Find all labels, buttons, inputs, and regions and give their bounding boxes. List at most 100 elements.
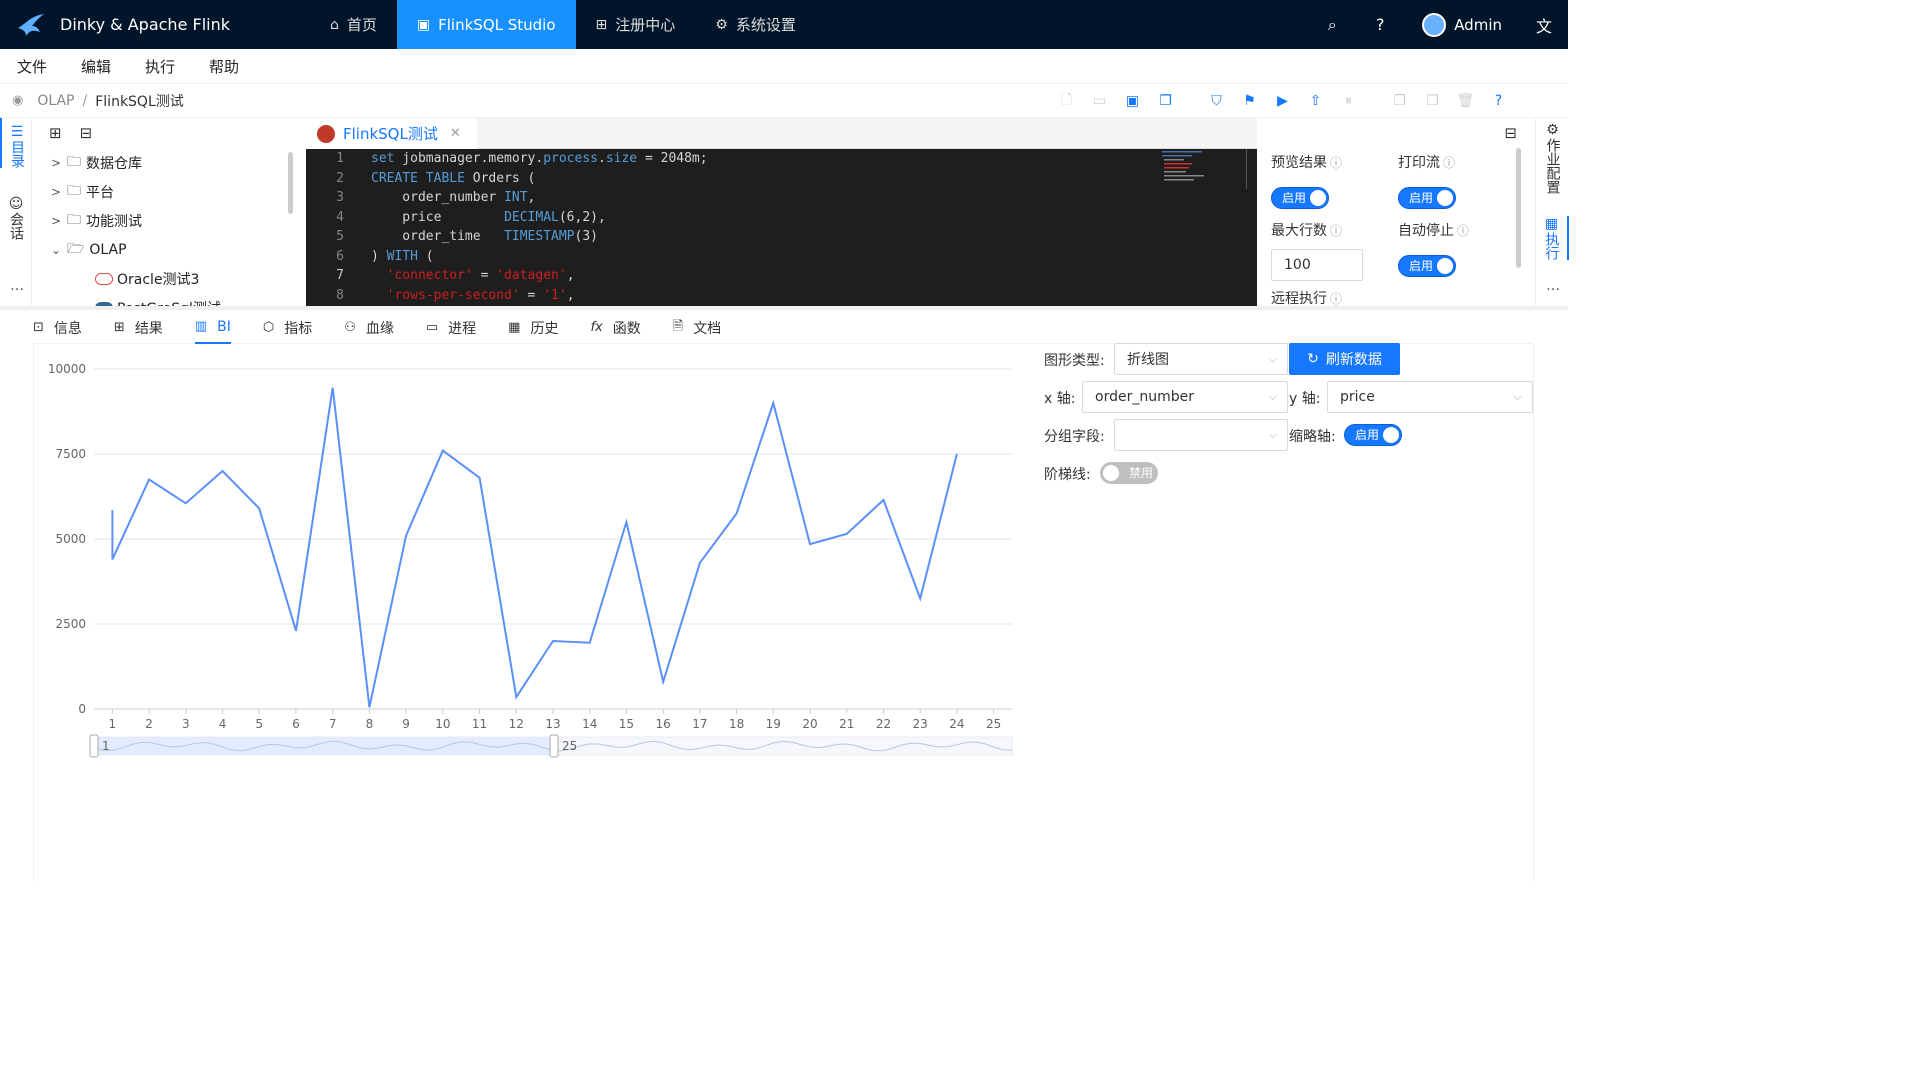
code-text: 'connector' = 'datagen', <box>358 266 575 286</box>
code-token: 'connector' <box>386 268 473 283</box>
open-folder-icon[interactable]: ▭ <box>1083 93 1116 109</box>
thumb-axis-switch[interactable]: 启用 <box>1344 424 1402 446</box>
tab-docs[interactable]: 🗎 文档 <box>673 312 721 344</box>
collapse-all-icon[interactable]: ⊟ <box>80 124 93 142</box>
menu-execute[interactable]: 执行 <box>128 56 192 77</box>
x-axis-select[interactable]: order_number ⌵ <box>1082 381 1288 413</box>
max-rows-value: 100 <box>1284 257 1311 273</box>
rail-execute[interactable]: ▦ 执行 <box>1536 216 1569 260</box>
chevron-down-icon: ⌵ <box>1268 352 1277 365</box>
tree-folder-open[interactable]: ⌄ 🗁 OLAP <box>33 235 299 264</box>
tab-history[interactable]: ▦ 历史 <box>508 312 558 344</box>
tree-scrollbar[interactable] <box>288 152 293 214</box>
chevron-right-icon[interactable]: > <box>45 156 67 170</box>
group-field-select[interactable]: ⌵ <box>1114 419 1288 451</box>
check-shield-icon[interactable]: ⛉ <box>1200 93 1233 109</box>
new-folder-icon[interactable]: ⊞ <box>49 124 62 142</box>
tab-bi[interactable]: ▥ BI <box>194 312 231 344</box>
menu-file[interactable]: 文件 <box>0 56 64 77</box>
language-icon[interactable]: 文 <box>1520 13 1568 37</box>
tab-process[interactable]: ▭ 进程 <box>426 312 476 344</box>
tab-result[interactable]: ⊞ 结果 <box>114 312 163 344</box>
close-icon[interactable]: ✕ <box>450 126 461 141</box>
bi-line-chart[interactable]: 0250050007500100001 2 3 4 5 6 7 8 9 10 11 12 13 14 15 1… <box>34 345 1034 765</box>
code-line[interactable]: 5 order_time TIMESTAMP(3) <box>306 227 1257 247</box>
preview-result-switch[interactable]: 启用 <box>1271 187 1329 209</box>
chevron-right-icon[interactable]: > <box>45 185 67 199</box>
auto-stop-switch[interactable]: 启用 <box>1398 255 1456 277</box>
print-stream-switch[interactable]: 启用 <box>1398 187 1456 209</box>
editor-tab[interactable]: FlinkSQL测试 ✕ <box>305 118 477 149</box>
pause-icon[interactable]: ⏸ <box>1332 93 1365 109</box>
code-line[interactable]: 4 price DECIMAL(6,2), <box>306 208 1257 228</box>
code-line[interactable]: 8 'rows-per-second' = '1', <box>306 286 1257 306</box>
question-icon[interactable]: ? <box>1482 93 1515 109</box>
line-number: 2 <box>336 170 344 186</box>
nav-settings[interactable]: ⚙ 系统设置 <box>695 0 816 49</box>
switch-text: 启用 <box>1355 428 1380 442</box>
rail-job-config[interactable]: ⚙ 作业配置 <box>1536 118 1569 194</box>
config-scrollbar[interactable] <box>1516 148 1521 268</box>
user-menu[interactable]: Admin <box>1404 12 1520 37</box>
nav-registry-label: 注册中心 <box>615 16 676 34</box>
code-token: ) <box>371 248 387 264</box>
code-line[interactable]: 6) WITH ( <box>306 247 1257 267</box>
y-axis-select[interactable]: price ⌵ <box>1327 381 1533 413</box>
refresh-data-button[interactable]: ↻ 刷新数据 <box>1289 343 1400 375</box>
tab-info[interactable]: ⊡ 信息 <box>33 312 82 344</box>
tab-metrics[interactable]: ⬡ 指标 <box>263 312 312 344</box>
code-line[interactable]: 1 set jobmanager.memory.process.size = 20… <box>306 149 1257 169</box>
duplicate-icon[interactable]: ❐ <box>1416 93 1449 109</box>
chart-type-select[interactable]: 折线图 ⌵ <box>1114 343 1288 375</box>
export-icon[interactable]: ❒ <box>1383 93 1416 109</box>
delete-icon[interactable]: 🗑 <box>1449 93 1482 109</box>
rail-catalog[interactable]: ☰ 目录 <box>0 118 32 168</box>
tree-folder[interactable]: > 🗀 数据仓库 <box>33 148 299 177</box>
breadcrumb-folder[interactable]: OLAP <box>37 93 74 109</box>
nav-registry[interactable]: ⊞ 注册中心 <box>576 0 696 49</box>
rocket-icon[interactable]: ⇧ <box>1299 93 1332 109</box>
switch-text: 禁用 <box>1129 466 1154 480</box>
switch-knob <box>1103 465 1119 481</box>
breadcrumb-task[interactable]: FlinkSQL测试 <box>95 91 184 111</box>
save-icon[interactable]: ▣ <box>1116 93 1149 109</box>
chevron-right-icon[interactable]: > <box>45 214 67 228</box>
app-logo[interactable]: Dinky & Apache Flink <box>0 0 310 49</box>
chevron-down-icon[interactable]: ⌄ <box>45 243 67 257</box>
editor-minimap[interactable] <box>1162 149 1247 189</box>
step-line-switch[interactable]: 禁用 <box>1100 462 1158 484</box>
x-tick-label: 21 <box>839 717 854 731</box>
code-line[interactable]: 7 'connector' = 'datagen', <box>306 266 1257 286</box>
menu-edit[interactable]: 编辑 <box>64 56 128 77</box>
more-icon[interactable]: … <box>10 278 24 294</box>
code-line[interactable]: 3 order_number INT, <box>306 188 1257 208</box>
menu-help[interactable]: 帮助 <box>192 56 256 77</box>
chevron-down-icon: ⌵ <box>1268 390 1277 403</box>
tree-leaf[interactable]: PostGreSql测试 <box>33 293 299 306</box>
nav-home[interactable]: ⌂ 首页 <box>310 0 397 49</box>
tab-lineage[interactable]: ⚇ 血缘 <box>344 312 394 344</box>
search-icon[interactable]: ⌕ <box>1308 15 1356 35</box>
flag-icon[interactable]: ⚑ <box>1233 93 1266 109</box>
rail-session[interactable]: ☺ 会话 <box>0 190 32 240</box>
collapse-panel-icon[interactable]: ⊟ <box>1504 124 1517 142</box>
info-icon: ⓘ <box>1330 292 1343 306</box>
nav-flinksql-studio[interactable]: ▣ FlinkSQL Studio <box>396 0 576 49</box>
max-rows-input[interactable]: 100 <box>1271 249 1363 281</box>
play-icon[interactable]: ▶ <box>1266 93 1299 109</box>
help-icon[interactable]: ? <box>1356 15 1404 34</box>
function-icon: fx <box>590 320 603 335</box>
code-line[interactable]: 2 CREATE TABLE Orders ( <box>306 169 1257 189</box>
tree-folder[interactable]: > 🗀 功能测试 <box>33 206 299 235</box>
tab-functions[interactable]: fx 函数 <box>590 312 640 344</box>
new-file-icon[interactable]: 🗋 <box>1050 89 1083 113</box>
more-icon[interactable]: … <box>1546 278 1560 294</box>
auto-stop-text: 自动停止 <box>1398 223 1454 239</box>
panel-splitter[interactable] <box>0 306 1568 310</box>
sql-editor[interactable]: 1 set jobmanager.memory.process.size = 20… <box>306 149 1257 306</box>
code-token: , <box>566 268 575 283</box>
tree-folder[interactable]: > 🗀 平台 <box>33 177 299 206</box>
copy-icon[interactable]: ❐ <box>1149 93 1182 109</box>
x-tick-label: 9 <box>402 717 410 731</box>
tree-leaf[interactable]: Oracle测试3 <box>33 264 299 293</box>
